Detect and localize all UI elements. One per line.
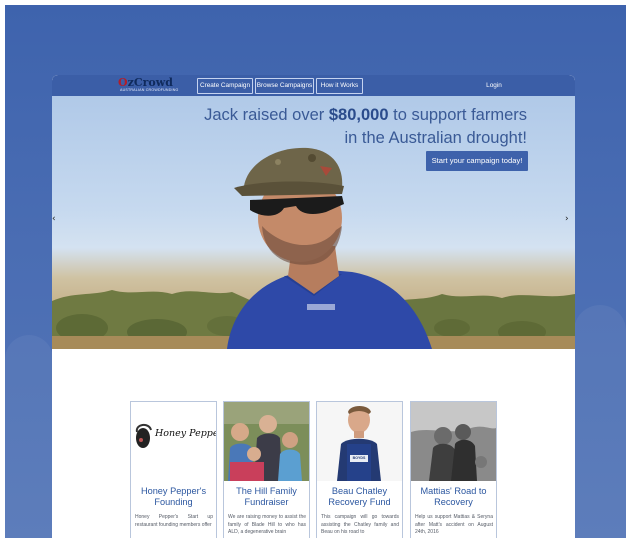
campaign-title[interactable]: Honey Pepper's Founding — [133, 486, 214, 508]
how-it-works-button[interactable]: How it Works — [316, 78, 363, 94]
featured-campaigns: Honey Pepper's Honey Pepper's Founding H… — [52, 349, 575, 538]
campaign-thumbnail — [224, 402, 309, 481]
create-campaign-button[interactable]: Create Campaign — [197, 78, 253, 94]
carousel-next-arrow-icon[interactable]: › — [565, 214, 569, 224]
campaign-description: Help us support Mattias & Seryna after M… — [415, 514, 493, 536]
campaign-description: Honey Pepper's Start up restaurant found… — [135, 514, 213, 528]
headline-amount: $80,000 — [328, 106, 389, 124]
website-frame: OzCrowd AUSTRALIAN CROWDFUNDING Create C… — [52, 75, 575, 538]
campaign-title[interactable]: The Hill Family Fundraiser — [226, 486, 307, 508]
login-link[interactable]: Login — [482, 78, 506, 94]
carousel-prev-arrow-icon[interactable]: ‹ — [52, 214, 56, 224]
ozcrowd-logo[interactable]: OzCrowd AUSTRALIAN CROWDFUNDING — [118, 76, 190, 94]
hero-carousel: Jack raised over $80,000 to support farm… — [52, 96, 575, 349]
logo-tagline: AUSTRALIAN CROWDFUNDING — [120, 88, 179, 92]
backdrop-silhouette-left — [5, 335, 53, 538]
honey-peppers-logo-text: Honey Pepper's — [155, 428, 216, 439]
campaign-thumbnail — [411, 402, 496, 481]
campaign-title[interactable]: Beau Chatley Recovery Fund — [319, 486, 400, 508]
campaign-description: We are raising money to assist the famil… — [228, 514, 306, 536]
hero-headline: Jack raised over $80,000 to support farm… — [187, 104, 527, 150]
campaign-card[interactable]: BOYDS Beau Chatley Recovery Fund This ca… — [316, 401, 403, 538]
campaign-thumbnail: Honey Pepper's — [131, 402, 216, 481]
headline-text-pre: Jack raised over — [204, 106, 325, 124]
campaign-description: This campaign will go towards assisting … — [321, 514, 399, 536]
campaign-card[interactable]: Mattias' Road to Recovery Help us suppor… — [410, 401, 497, 538]
campaign-title[interactable]: Mattias' Road to Recovery — [413, 486, 494, 508]
campaign-card[interactable]: Honey Pepper's Honey Pepper's Founding H… — [130, 401, 217, 538]
backdrop-silhouette-right — [574, 305, 626, 538]
campaign-card[interactable]: The Hill Family Fundraiser We are raisin… — [223, 401, 310, 538]
campaign-thumbnail: BOYDS — [317, 402, 402, 481]
start-campaign-button[interactable]: Start your campaign today! — [426, 151, 528, 171]
top-navbar: OzCrowd AUSTRALIAN CROWDFUNDING Create C… — [52, 75, 575, 96]
browse-campaigns-button[interactable]: Browse Campaigns — [255, 78, 314, 94]
jersey-text: BOYDS — [352, 456, 366, 460]
